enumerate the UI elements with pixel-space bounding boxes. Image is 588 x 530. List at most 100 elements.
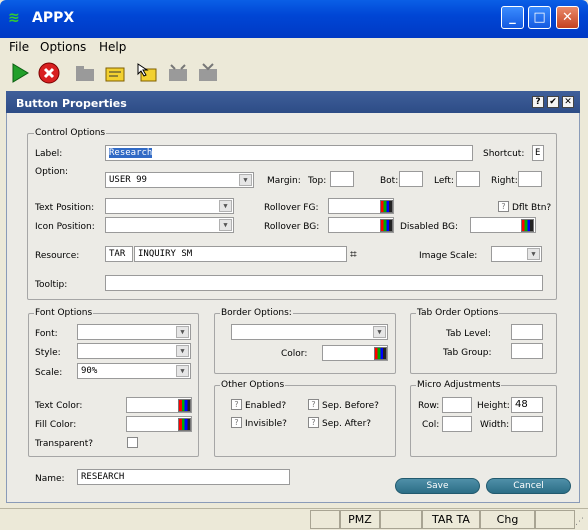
- color-picker-icon[interactable]: [178, 399, 191, 412]
- option-select[interactable]: USER 99 ▼: [105, 172, 254, 188]
- status-user: PMZ: [340, 510, 380, 529]
- font-options-legend: Font Options: [34, 308, 94, 318]
- margin-top-input[interactable]: [330, 171, 354, 187]
- shortcut-label: Shortcut:: [483, 149, 525, 159]
- save-button[interactable]: Save: [395, 478, 480, 494]
- border-select[interactable]: ▼: [231, 324, 388, 340]
- fill-color-label: Fill Color:: [35, 420, 77, 430]
- color-picker-icon[interactable]: [178, 418, 191, 431]
- chevron-down-icon: ▼: [239, 174, 252, 186]
- window-title: APPX: [32, 10, 75, 26]
- menu-file[interactable]: File: [9, 40, 29, 54]
- minimize-button[interactable]: _: [501, 6, 524, 29]
- sep-after-label: Sep. After?: [322, 419, 372, 429]
- border-color-label: Color:: [281, 349, 308, 359]
- tab-group-input[interactable]: [511, 343, 543, 359]
- run-icon[interactable]: [9, 62, 31, 84]
- sep-after-checkbox[interactable]: ?: [308, 417, 319, 428]
- image-scale-select[interactable]: ▼: [491, 246, 542, 262]
- text-color-label: Text Color:: [35, 401, 83, 411]
- row-input[interactable]: [442, 397, 472, 413]
- option-value: USER 99: [109, 175, 147, 185]
- invisible-checkbox[interactable]: ?: [231, 417, 242, 428]
- chevron-down-icon: ▼: [176, 326, 189, 338]
- image-scale-label: Image Scale:: [419, 251, 478, 261]
- icon-position-label: Icon Position:: [35, 222, 95, 232]
- shortcut-input[interactable]: E: [532, 145, 544, 161]
- margin-left-input[interactable]: [456, 171, 480, 187]
- dialog-close-button[interactable]: ✕: [562, 96, 574, 108]
- pointer-icon[interactable]: [136, 62, 158, 84]
- menu-help[interactable]: Help: [99, 40, 126, 54]
- binoculars-icon[interactable]: ⌗: [350, 247, 366, 261]
- chevron-down-icon: ▼: [373, 326, 386, 338]
- font-select[interactable]: ▼: [77, 324, 191, 340]
- tab-order-legend: Tab Order Options: [416, 308, 500, 318]
- font-label: Font:: [35, 329, 58, 339]
- style-select[interactable]: ▼: [77, 343, 191, 359]
- margin-right-input[interactable]: [518, 171, 542, 187]
- other-options-legend: Other Options: [220, 380, 286, 390]
- row-label: Row:: [418, 401, 440, 411]
- close-button[interactable]: ✕: [556, 6, 579, 29]
- col-label: Col:: [422, 420, 440, 430]
- menu-options[interactable]: Options: [40, 40, 86, 54]
- rollover-bg-label: Rollover BG:: [264, 222, 320, 232]
- sep-before-checkbox[interactable]: ?: [308, 399, 319, 410]
- margin-bot-label: Bot:: [380, 176, 399, 186]
- folder-icon[interactable]: [74, 62, 96, 84]
- default-button-checkbox[interactable]: ?: [498, 201, 509, 212]
- tv-icon[interactable]: [197, 62, 219, 84]
- color-picker-icon[interactable]: [374, 347, 387, 360]
- tab-level-input[interactable]: [511, 324, 543, 340]
- name-label: Name:: [35, 474, 65, 484]
- margin-label: Margin:: [267, 176, 301, 186]
- margin-right-label: Right:: [491, 176, 518, 186]
- scale-value: 90%: [81, 366, 98, 376]
- label-input[interactable]: Research: [105, 145, 473, 161]
- resource-name-input[interactable]: INQUIRY SM: [134, 246, 347, 262]
- sep-before-label: Sep. Before?: [322, 401, 379, 411]
- border-options-group: [214, 313, 396, 374]
- resize-grip-icon[interactable]: ⋰: [575, 516, 587, 528]
- dialog-title: Button Properties: [16, 97, 127, 110]
- resource-app-input[interactable]: TAR: [105, 246, 133, 262]
- margin-bot-input[interactable]: [399, 171, 423, 187]
- default-button-label: Dflt Btn?: [512, 203, 552, 213]
- enabled-checkbox[interactable]: ?: [231, 399, 242, 410]
- color-picker-icon[interactable]: [521, 219, 534, 232]
- color-picker-icon[interactable]: [380, 200, 393, 213]
- cancel-icon[interactable]: [38, 62, 60, 84]
- tooltip-label: Tooltip:: [35, 280, 68, 290]
- window-titlebar: [0, 0, 588, 38]
- height-label: Height:: [477, 401, 510, 411]
- icon-position-select[interactable]: ▼: [105, 217, 234, 233]
- color-picker-icon[interactable]: [380, 219, 393, 232]
- scale-select[interactable]: 90% ▼: [77, 363, 191, 379]
- margin-top-label: Top:: [308, 176, 327, 186]
- text-position-select[interactable]: ▼: [105, 198, 234, 214]
- status-cell-blank: [535, 510, 575, 529]
- height-input[interactable]: 48: [511, 397, 543, 413]
- chevron-down-icon: ▼: [219, 219, 232, 231]
- cancel-button[interactable]: Cancel: [486, 478, 571, 494]
- style-label: Style:: [35, 348, 61, 358]
- tooltip-input[interactable]: [105, 275, 543, 291]
- chevron-down-icon: ▼: [176, 345, 189, 357]
- text-position-label: Text Position:: [35, 203, 95, 213]
- width-label: Width:: [480, 420, 510, 430]
- help-button[interactable]: ?: [532, 96, 544, 108]
- width-input[interactable]: [511, 416, 543, 432]
- status-mode: Chg: [480, 510, 535, 529]
- maximize-button[interactable]: □: [528, 6, 551, 29]
- edit-icon[interactable]: [104, 62, 126, 84]
- transparent-checkbox[interactable]: [127, 437, 138, 448]
- ok-check-button[interactable]: ✔: [547, 96, 559, 108]
- col-input[interactable]: [442, 416, 472, 432]
- resource-label: Resource:: [35, 251, 80, 261]
- box-icon[interactable]: [167, 62, 189, 84]
- transparent-label: Transparent?: [35, 439, 94, 449]
- margin-left-label: Left:: [434, 176, 454, 186]
- name-input[interactable]: RESEARCH: [77, 469, 290, 485]
- status-app: TAR TA: [422, 510, 480, 529]
